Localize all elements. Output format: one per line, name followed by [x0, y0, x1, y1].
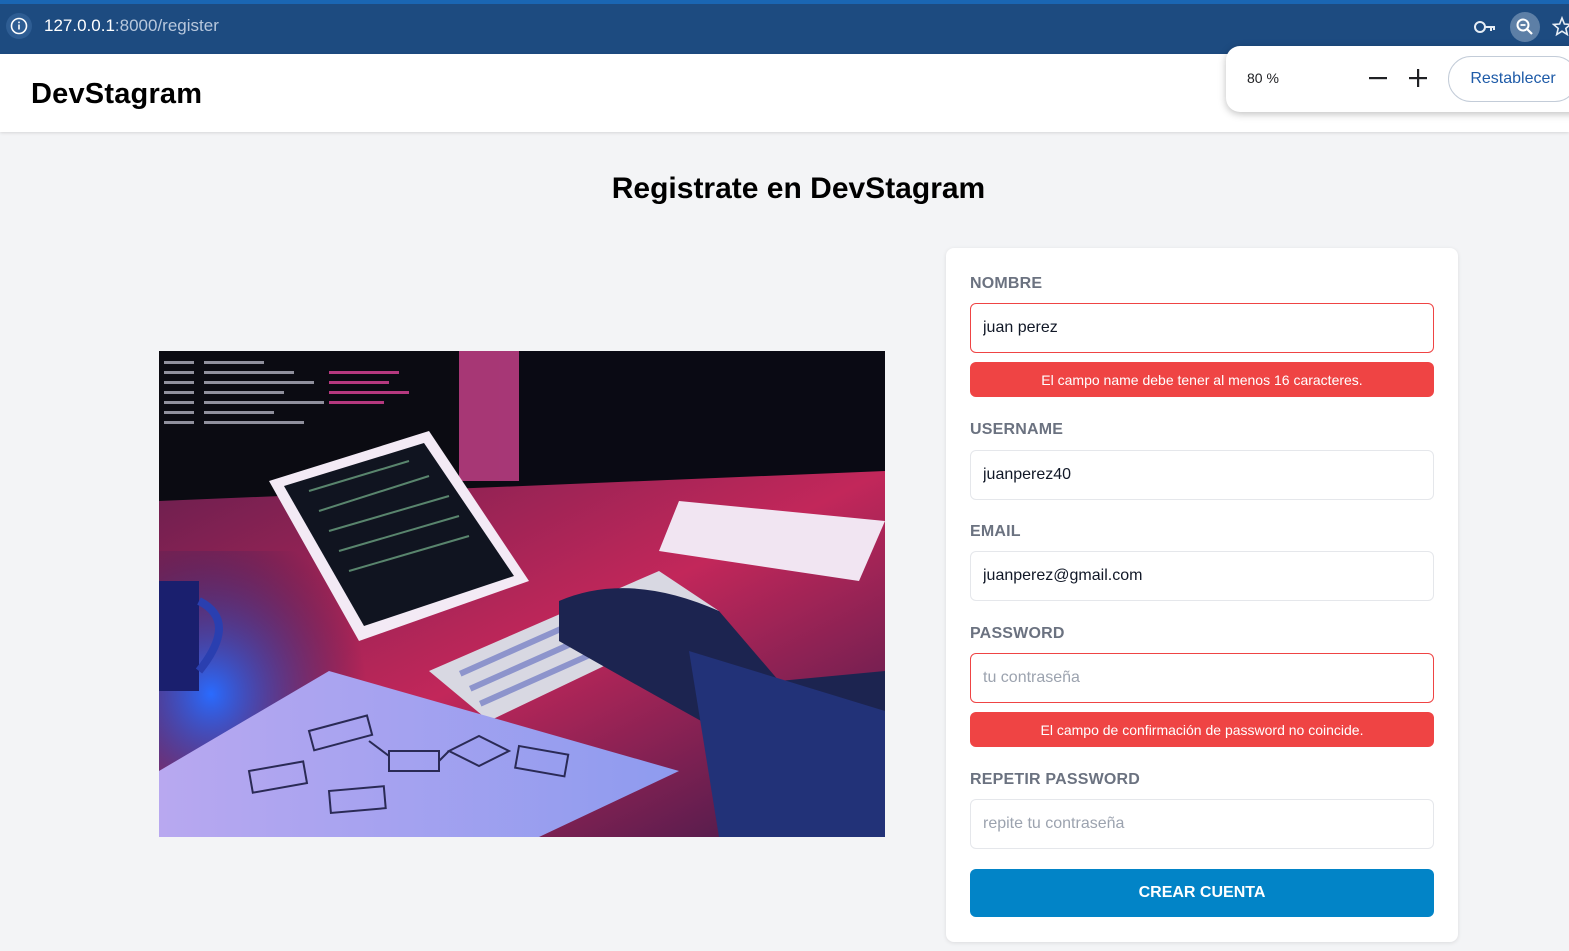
username-label: Username	[970, 421, 1064, 438]
name-input[interactable]	[970, 303, 1434, 353]
star-icon[interactable]	[1551, 15, 1569, 43]
name-error: El campo name debe tener al menos 16 car…	[970, 362, 1434, 397]
register-form: Nombre El campo name debe tener al menos…	[946, 248, 1458, 942]
password-confirm-label: Repetir Password	[970, 771, 1141, 788]
zoom-level: 80 %	[1247, 70, 1279, 86]
email-label: Email	[970, 523, 1021, 540]
email-input[interactable]	[970, 551, 1434, 601]
password-input[interactable]	[970, 653, 1434, 703]
key-icon[interactable]	[1472, 14, 1498, 45]
name-label: Nombre	[970, 275, 1043, 292]
url-host: 127.0.0.1	[44, 16, 115, 35]
zoom-out-button[interactable]	[1364, 64, 1392, 92]
username-input[interactable]	[970, 450, 1434, 500]
password-label: Password	[970, 625, 1065, 642]
zoom-reset-button[interactable]: Restablecer	[1448, 56, 1569, 102]
zoom-icon[interactable]	[1510, 12, 1540, 42]
password-error: El campo de confirmación de password no …	[970, 712, 1434, 747]
page-title: Registrate en DevStagram	[611, 172, 986, 205]
developer-desk-illustration	[159, 351, 885, 837]
site-logo[interactable]: DevStagram	[31, 78, 202, 111]
create-account-button[interactable]: Crear Cuenta	[970, 869, 1434, 917]
zoom-in-button[interactable]	[1404, 64, 1432, 92]
url-path: :8000/register	[114, 16, 219, 35]
password-confirm-input[interactable]	[970, 799, 1434, 849]
address-bar[interactable]: 127.0.0.1:8000/register	[44, 16, 219, 36]
zoom-popup: 80 % Restablecer	[1226, 46, 1569, 112]
info-icon[interactable]	[6, 13, 32, 39]
hero-image	[159, 351, 885, 837]
